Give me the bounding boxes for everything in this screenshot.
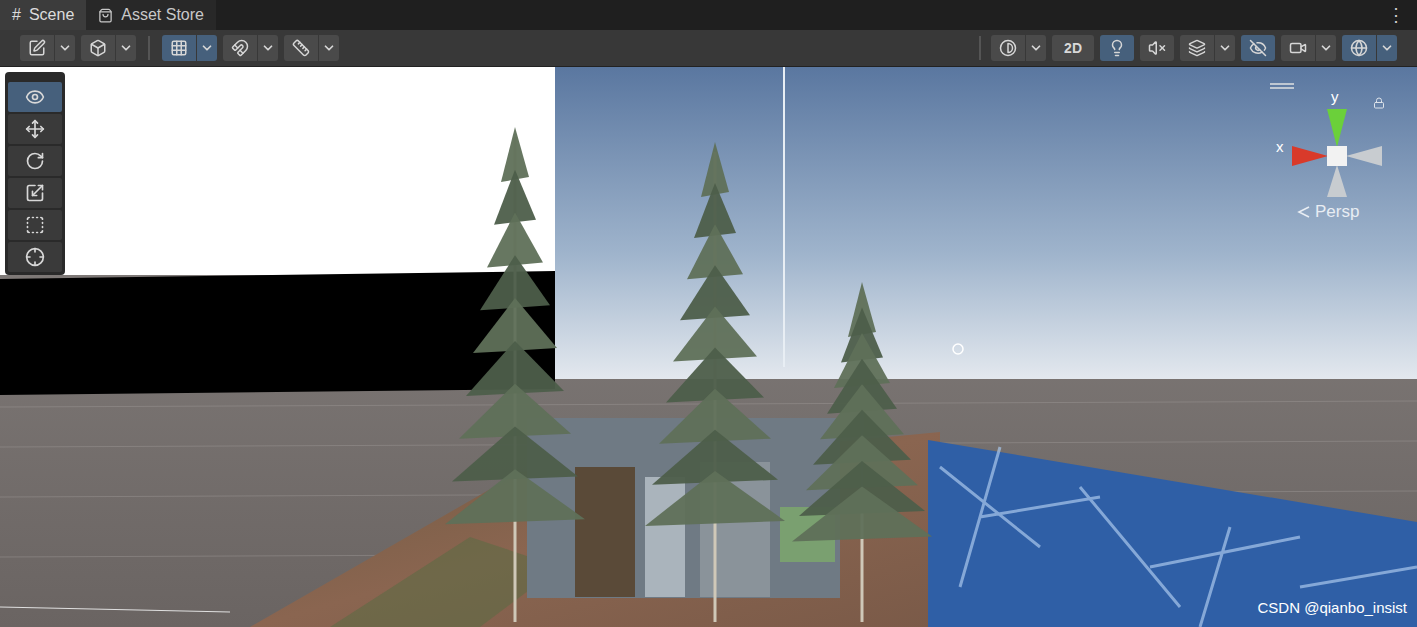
view-icon [25,87,45,107]
camera-button[interactable] [1281,35,1336,61]
audio-icon [1148,39,1166,57]
gizmos-button[interactable] [1342,35,1397,61]
chevron-down-icon [119,41,133,55]
dropdown-arrow[interactable] [319,35,339,61]
blue-cube [928,440,1417,627]
scene-toolbar: 2D [0,30,1417,67]
scene-view[interactable]: y x Persp CSDN @qianbo_insist [0,67,1417,627]
toolbar-separator [979,36,981,60]
visibility-button[interactable] [1241,35,1275,61]
dropdown-arrow[interactable] [197,35,217,61]
lock-icon[interactable] [1373,97,1385,109]
dropdown-arrow[interactable] [258,35,278,61]
rotate-icon [25,151,45,171]
audio-button[interactable] [1140,35,1174,61]
dropdown-arrow[interactable] [1316,35,1336,61]
watermark: CSDN @qianbo_insist [1258,597,1407,620]
rect-tool[interactable] [8,210,62,240]
rect-icon [25,215,45,235]
rotate-tool[interactable] [8,146,62,176]
effects-icon [1188,39,1206,57]
increment-snap-icon [231,39,249,57]
grid-snap-icon [170,39,188,57]
axis-cones-icon [1282,101,1392,201]
scene-render[interactable] [0,67,1417,627]
drag-handle[interactable] [1270,83,1294,89]
more-menu-button[interactable]: ⋮ [1375,0,1417,30]
dropdown-arrow[interactable] [116,35,136,61]
grid-button[interactable] [284,35,339,61]
render-mode-button[interactable] [991,35,1046,61]
directional-light[interactable] [953,344,963,354]
dropdown-arrow[interactable] [55,35,75,61]
2d-button[interactable]: 2D [1052,35,1094,61]
shading-icon [89,39,107,57]
tab[interactable]: #Scene [0,0,86,30]
gizmos-icon [1350,39,1368,57]
camera-icon [1289,39,1307,57]
bag-icon [98,8,113,23]
view-tool[interactable] [8,82,62,112]
transform-icon [25,247,45,267]
draw-mode-button[interactable] [20,35,75,61]
move-tool[interactable] [8,114,62,144]
effects-button[interactable] [1180,35,1235,61]
chevron-down-icon [322,41,336,55]
projection-toggle[interactable]: Persp [1297,203,1359,220]
tab-bar: #SceneAsset Store ⋮ [0,0,1417,30]
chevron-down-icon [200,41,214,55]
chevron-down-icon [261,41,275,55]
scale-icon [25,183,45,203]
chevron-down-icon [1218,41,1232,55]
shading-button[interactable] [81,35,136,61]
dropdown-arrow[interactable] [1026,35,1046,61]
lighting-icon [1108,39,1126,57]
chevron-down-icon [1319,41,1333,55]
chevron-down-icon [1380,41,1394,55]
x-axis-label: x [1276,139,1284,154]
tree [792,282,932,622]
increment-snap-button[interactable] [223,35,278,61]
tool-palette [5,72,65,275]
unity-scene-window: #SceneAsset Store ⋮ 2D y x Persp CSDN @qianbo_… [0,0,1417,627]
dropdown-arrow[interactable] [1215,35,1235,61]
grid-snap-button[interactable] [162,35,217,61]
draw-mode-icon [28,39,46,57]
chevron-down-icon [58,41,72,55]
orientation-gizmo[interactable]: y x Persp [1257,75,1407,235]
perspective-icon [1297,205,1311,219]
y-axis-label: y [1331,89,1339,104]
transform-tool[interactable] [8,242,62,272]
grid-icon [292,39,310,57]
visibility-icon [1249,39,1267,57]
chevron-down-icon [1029,41,1043,55]
render-mode-icon [999,39,1017,57]
image-plane [527,418,840,598]
lighting-button[interactable] [1100,35,1134,61]
tree [445,127,585,622]
tab[interactable]: Asset Store [86,0,216,30]
tree [645,142,785,622]
toolbar-separator [148,36,150,60]
scale-tool[interactable] [8,178,62,208]
move-icon [25,119,45,139]
dropdown-arrow[interactable] [1377,35,1397,61]
